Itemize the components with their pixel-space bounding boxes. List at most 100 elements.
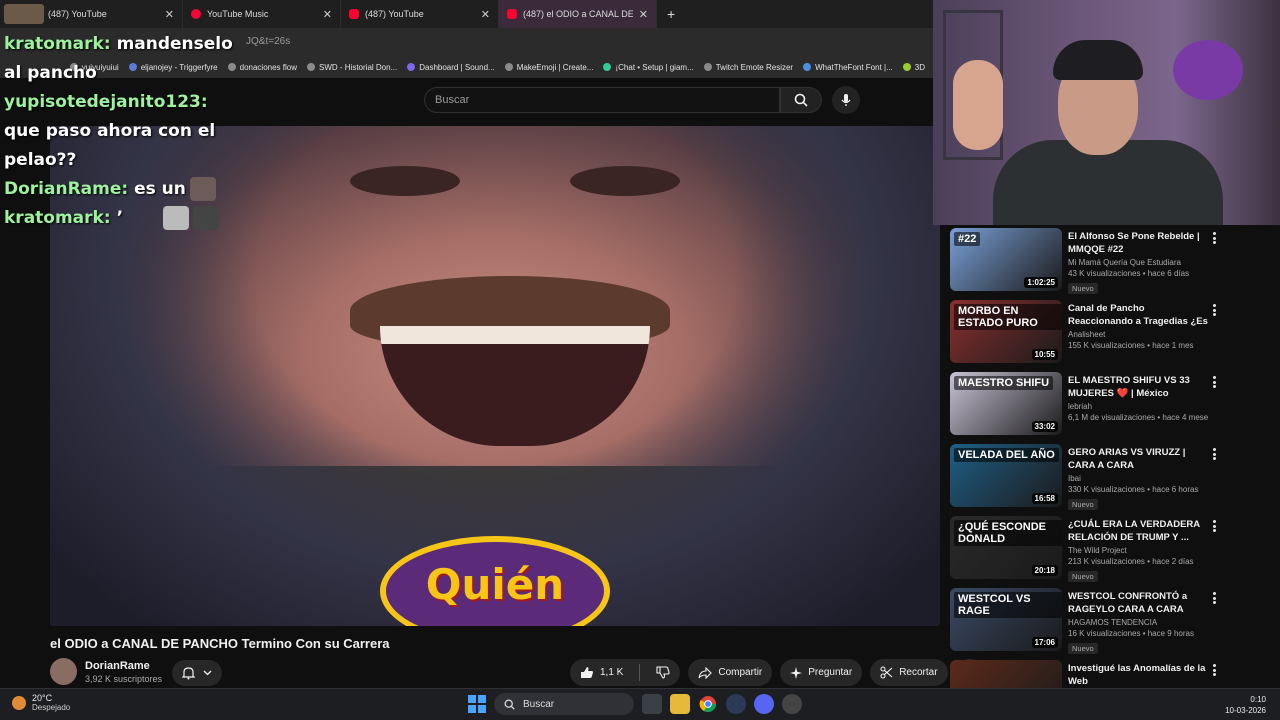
voice-search-button[interactable] xyxy=(832,86,860,114)
bookmark-item[interactable]: WhatTheFont Font |... xyxy=(803,63,893,72)
app-icon[interactable] xyxy=(726,694,746,714)
app-icon[interactable] xyxy=(782,694,802,714)
like-button[interactable]: 1,1 K xyxy=(570,659,633,686)
chat-emote xyxy=(163,206,190,230)
search-button[interactable] xyxy=(780,87,822,113)
thumbnail-text: VELADA DEL AÑO xyxy=(954,448,1059,462)
youtube-icon xyxy=(507,9,517,19)
taskbar-search[interactable]: Buscar xyxy=(494,693,634,715)
bookmark-item[interactable]: Dashboard | Sound... xyxy=(407,63,495,72)
weather-widget[interactable]: 20°C Despejado xyxy=(12,693,70,712)
bookmark-item[interactable]: 3D xyxy=(902,63,925,72)
more-vertical-icon[interactable] xyxy=(1212,376,1216,388)
recommendation-title[interactable]: Investigué las Anomalías de la Web xyxy=(1068,662,1208,688)
video-thumbnail[interactable]: #22 1:02:25 xyxy=(950,228,1062,291)
bookmark-icon xyxy=(603,63,612,71)
notification-bell-button[interactable] xyxy=(172,660,222,686)
recommendation-channel[interactable]: HAGAMOS TENDENCIA xyxy=(1068,618,1208,627)
youtube-music-icon xyxy=(191,9,201,19)
bookmark-item[interactable]: SWD - Historial Don... xyxy=(307,63,397,72)
recommendation-meta: 155 K visualizaciones • hace 1 mes xyxy=(1068,341,1194,350)
recommendation-title[interactable]: ¿CUÁL ERA LA VERDADERA RELACIÓN DE TRUMP… xyxy=(1068,518,1208,544)
chat-text: es un xyxy=(134,179,186,199)
recommendation-item[interactable]: MORBO EN ESTADO PURO 10:55 Canal de Panch… xyxy=(950,300,1230,368)
ask-label: Preguntar xyxy=(808,667,853,678)
chrome-icon[interactable] xyxy=(698,694,718,714)
clip-button[interactable]: Recortar xyxy=(870,659,948,686)
recommendation-title[interactable]: El Alfonso Se Pone Rebelde | MMQQE #22 xyxy=(1068,230,1208,256)
search-input[interactable]: Buscar xyxy=(424,87,780,113)
more-vertical-icon[interactable] xyxy=(1212,232,1216,244)
recommendation-title[interactable]: GERO ARIAS VS VIRUZZ | CARA A CARA xyxy=(1068,446,1208,472)
more-vertical-icon[interactable] xyxy=(1212,520,1216,532)
windows-start-icon[interactable] xyxy=(468,695,486,713)
more-vertical-icon[interactable] xyxy=(1212,664,1216,676)
browser-tab[interactable]: (487) YouTube ✕ xyxy=(0,0,183,28)
recommendation-meta: 6,1 M de visualizaciones • hace 4 meses xyxy=(1068,413,1208,422)
video-thumbnail[interactable]: MORBO EN ESTADO PURO 10:55 xyxy=(950,300,1062,363)
recommendation-channel[interactable]: Ibai xyxy=(1068,474,1208,483)
browser-tab[interactable]: (487) YouTube ✕ xyxy=(341,0,499,28)
channel-info[interactable]: DorianRame 3,92 K suscriptores xyxy=(50,658,162,685)
close-tab-icon[interactable]: ✕ xyxy=(323,8,332,21)
video-thumbnail[interactable]: VELADA DEL AÑO 16:58 xyxy=(950,444,1062,507)
thumbnail-text: MORBO EN ESTADO PURO xyxy=(954,304,1062,330)
ask-button[interactable]: Preguntar xyxy=(780,659,863,686)
clock-time: 0:10 xyxy=(1250,695,1266,704)
file-explorer-icon[interactable] xyxy=(670,694,690,714)
recommendation-meta: 330 K visualizaciones • hace 6 horas xyxy=(1068,485,1199,494)
new-badge: Nuevo xyxy=(1068,571,1098,582)
recommendation-item[interactable]: MAESTRO SHIFU 33:02 EL MAESTRO SHIFU VS 3… xyxy=(950,372,1230,440)
bell-icon xyxy=(182,667,195,680)
recommendation-info: El Alfonso Se Pone Rebelde | MMQQE #22 M… xyxy=(1068,230,1208,296)
recommendation-channel[interactable]: Analisheet xyxy=(1068,330,1208,339)
share-button[interactable]: Compartir xyxy=(688,659,773,686)
video-thumbnail[interactable]: ¿QUÉ ESCONDE DONALD 20:18 xyxy=(950,516,1062,579)
recommendation-title[interactable]: EL MAESTRO SHIFU VS 33 MUJERES ❤️ | Méxi… xyxy=(1068,374,1208,400)
recommendation-item[interactable]: VELADA DEL AÑO 16:58 GERO ARIAS VS VIRUZZ… xyxy=(950,444,1230,512)
chat-username: kratomark: xyxy=(4,208,111,228)
close-tab-icon[interactable]: ✕ xyxy=(639,8,648,21)
video-thumbnail[interactable]: MAESTRO SHIFU 33:02 xyxy=(950,372,1062,435)
share-label: Compartir xyxy=(718,667,763,678)
bookmark-icon xyxy=(902,63,911,71)
recommendation-channel[interactable]: Mi Mamá Quería Que Estudiara xyxy=(1068,258,1208,267)
url-text[interactable]: JQ&t=26s xyxy=(246,36,290,47)
chat-text: ’ xyxy=(116,208,124,228)
more-vertical-icon[interactable] xyxy=(1212,592,1216,604)
recommendation-item[interactable]: ¿QUÉ ESCONDE DONALD 20:18 ¿CUÁL ERA LA VE… xyxy=(950,516,1230,584)
task-view-icon[interactable] xyxy=(642,694,662,714)
screen: (487) YouTube ✕ YouTube Music ✕ (487) Yo… xyxy=(0,0,1280,720)
recommendation-channel[interactable]: lebriah xyxy=(1068,402,1208,411)
channel-name[interactable]: DorianRame xyxy=(85,660,162,672)
bookmark-item[interactable]: Twitch Emote Resizer xyxy=(703,63,793,72)
more-vertical-icon[interactable] xyxy=(1212,448,1216,460)
recommendation-channel[interactable]: The Wild Project xyxy=(1068,546,1208,555)
browser-tab-active[interactable]: (487) el ODIO a CANAL DE PANC ✕ xyxy=(499,0,657,28)
webcam-person xyxy=(953,60,1003,150)
dislike-button[interactable] xyxy=(646,659,680,686)
browser-tab[interactable]: YouTube Music ✕ xyxy=(183,0,341,28)
chat-message: DorianRame: es un xyxy=(4,175,244,204)
bookmark-item[interactable]: MakeEmoji | Create... xyxy=(504,63,593,72)
new-badge: Nuevo xyxy=(1068,499,1098,510)
thumbnail-text: MAESTRO SHIFU xyxy=(954,376,1054,390)
recommendation-info: GERO ARIAS VS VIRUZZ | CARA A CARA Ibai … xyxy=(1068,446,1208,512)
stream-chat-overlay: kratomark: mandenselo al pancho yupisote… xyxy=(4,30,244,233)
bookmark-item[interactable]: ¡Chat • Setup | giam... xyxy=(603,63,694,72)
recommendation-title[interactable]: WESTCOL CONFRONTÓ a RAGEYLO CARA A CARA … xyxy=(1068,590,1208,616)
recommendation-item[interactable]: #22 1:02:25 El Alfonso Se Pone Rebelde | … xyxy=(950,228,1230,296)
more-vertical-icon[interactable] xyxy=(1212,304,1216,316)
recommendation-item[interactable]: WESTCOL VS RAGE 17:06 WESTCOL CONFRONTÓ a… xyxy=(950,588,1230,656)
close-tab-icon[interactable]: ✕ xyxy=(165,8,174,21)
chrome-logo xyxy=(699,696,717,713)
video-thumbnail[interactable]: WESTCOL VS RAGE 17:06 xyxy=(950,588,1062,651)
video-duration: 1:02:25 xyxy=(1024,277,1058,288)
recommendation-title[interactable]: Canal de Pancho Reaccionando a Tragedias… xyxy=(1068,302,1208,328)
close-tab-icon[interactable]: ✕ xyxy=(481,8,490,21)
discord-icon[interactable] xyxy=(754,694,774,714)
system-clock[interactable]: 0:10 10-03-2026 xyxy=(1225,694,1266,716)
youtube-icon xyxy=(349,9,359,19)
channel-avatar[interactable] xyxy=(50,658,77,685)
new-tab-button[interactable]: + xyxy=(657,6,685,22)
